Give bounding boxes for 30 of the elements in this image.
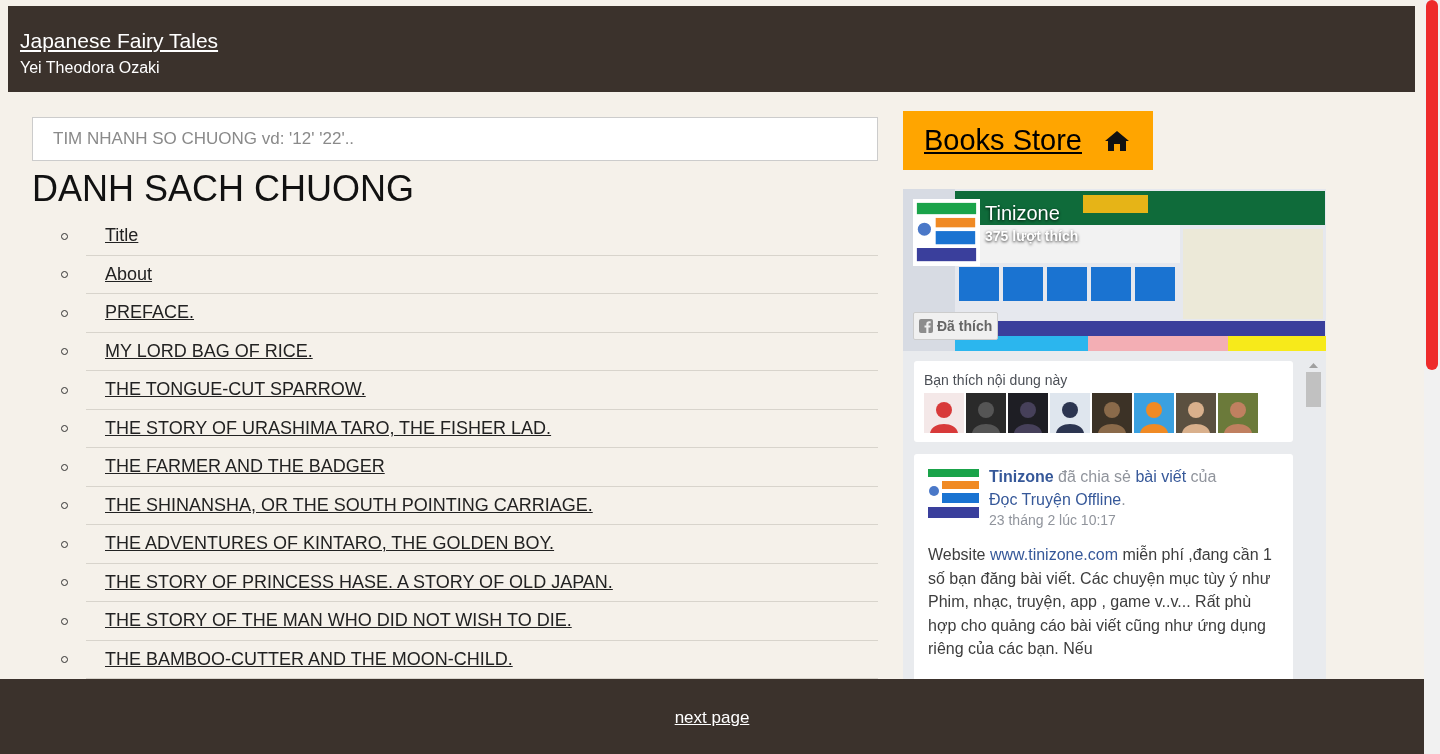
page-link[interactable]: Tinizone — [989, 468, 1054, 485]
chapter-link[interactable]: THE STORY OF PRINCESS HASE. A STORY OF OLD JAPAN. — [105, 568, 613, 596]
chapter-link[interactable]: THE STORY OF THE MAN WHO DID NOT WISH TO DIE. — [105, 607, 572, 635]
scroll-up-icon[interactable] — [1309, 363, 1318, 368]
text-link[interactable]: Đọc Truyện Offline — [989, 491, 1122, 508]
chapter-link[interactable]: PREFACE. — [105, 299, 195, 327]
post-text: Website www.tinizone.com miễn phí ,đang cần 1 số bạn đăng bài viết. Các chuyện mục tùy ý như Phim, nhạc, truyện, app , game v..v... Rất phù hợp cho quảng cáo bài viết cũng như ứng dụng riêng của các bạn. Nếu — [928, 544, 1273, 660]
chapter-link[interactable]: THE TONGUE-CUT SPARROW. — [105, 376, 366, 404]
next-page-link[interactable]: next page — [674, 705, 750, 731]
home-icon — [1104, 129, 1130, 152]
chapter-link[interactable]: THE BAMBOO-CUTTER AND THE MOON-CHILD. — [105, 645, 513, 673]
text-link[interactable]: www.tinizone.com — [989, 546, 1118, 563]
chapter-link[interactable]: THE SHINANSHA, OR THE SOUTH POINTING CARRIAGE. — [105, 491, 593, 519]
chapter-link[interactable]: THE STORY OF URASHIMA TARO, THE FISHER LAD. — [105, 414, 552, 442]
text-link[interactable]: bài viết — [1135, 468, 1187, 485]
chapter-link[interactable]: About — [105, 260, 153, 288]
chapter-link[interactable]: MY LORD BAG OF RICE. — [105, 337, 313, 365]
chapter-link[interactable]: Title — [105, 222, 139, 250]
book-title-link[interactable]: Japanese Fairy Tales — [20, 28, 219, 54]
books-store-button[interactable]: Books Store — [903, 111, 1153, 170]
scrollbar-thumb[interactable] — [1306, 372, 1321, 407]
post-headline: Tinizone đã chia sẻ bài viết của Đọc Truyện Offline. — [989, 467, 1218, 510]
search-field[interactable]: TIM NHANH SO CHUONG vd: '12' '22'.. — [32, 117, 878, 161]
chapter-link[interactable]: THE ADVENTURES OF KINTARO, THE GOLDEN BOY. — [105, 530, 555, 558]
scrollbar-thumb[interactable] — [1426, 0, 1438, 370]
chapter-link[interactable]: THE FARMER AND THE BADGER — [105, 453, 385, 481]
author-name: Yei Theodora Ozaki — [20, 58, 160, 78]
page-scrollbar[interactable] — [1424, 0, 1440, 754]
section-heading: DANH SACH CHUONG — [32, 167, 416, 211]
liked-by-label: Bạn thích nội dung này — [924, 371, 1069, 389]
